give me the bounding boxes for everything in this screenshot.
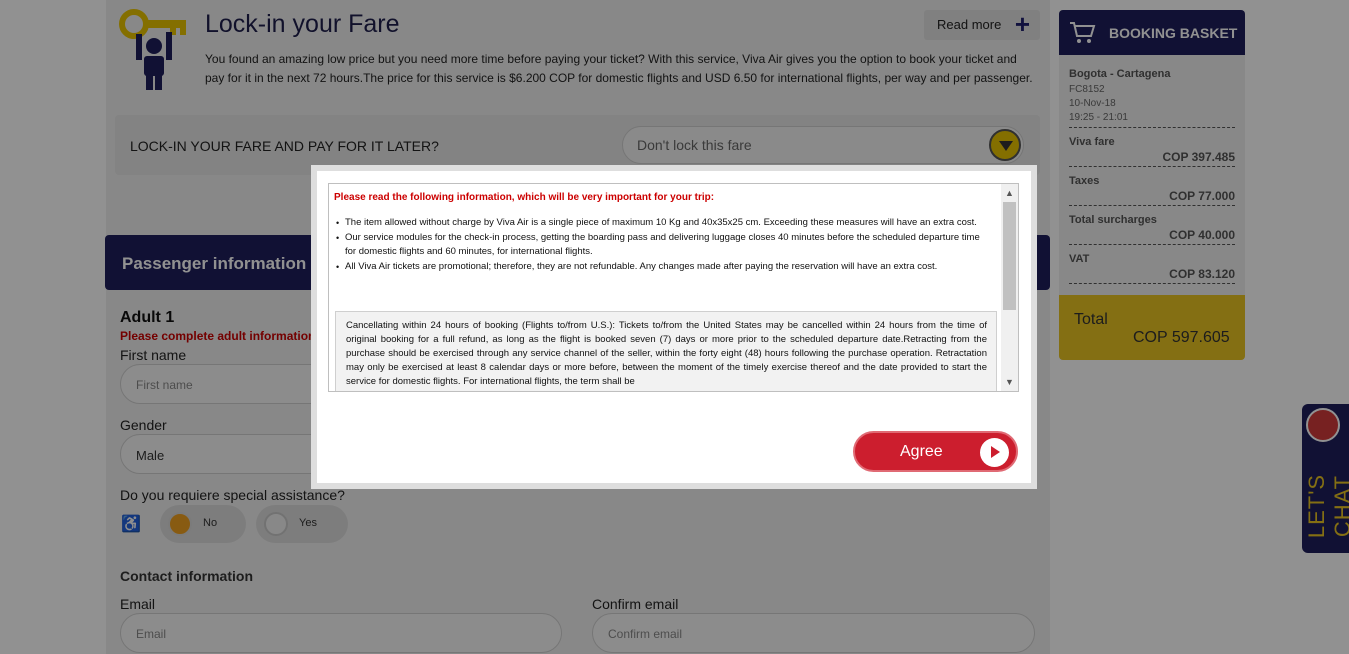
scrollbar[interactable]: ▲ ▼ — [1001, 184, 1018, 391]
agree-button[interactable]: Agree — [853, 431, 1018, 472]
scrollbar-thumb[interactable] — [1003, 202, 1016, 310]
scroll-down-icon[interactable]: ▼ — [1003, 374, 1016, 390]
agree-label: Agree — [900, 443, 943, 460]
cancellation-policy: Cancellating within 24 hours of booking … — [335, 311, 997, 391]
trip-info-list: The item allowed without charge by Viva … — [335, 216, 987, 274]
trip-info-heading: Please read the following information, w… — [334, 192, 715, 203]
list-item: Our service modules for the check-in pro… — [335, 231, 987, 260]
list-item: The item allowed without charge by Viva … — [335, 216, 987, 231]
scroll-up-icon[interactable]: ▲ — [1003, 185, 1016, 201]
play-arrow-icon — [980, 438, 1009, 467]
trip-info-scroll-area[interactable]: Please read the following information, w… — [328, 183, 1019, 392]
list-item: All Viva Air tickets are promotional; th… — [335, 260, 987, 275]
